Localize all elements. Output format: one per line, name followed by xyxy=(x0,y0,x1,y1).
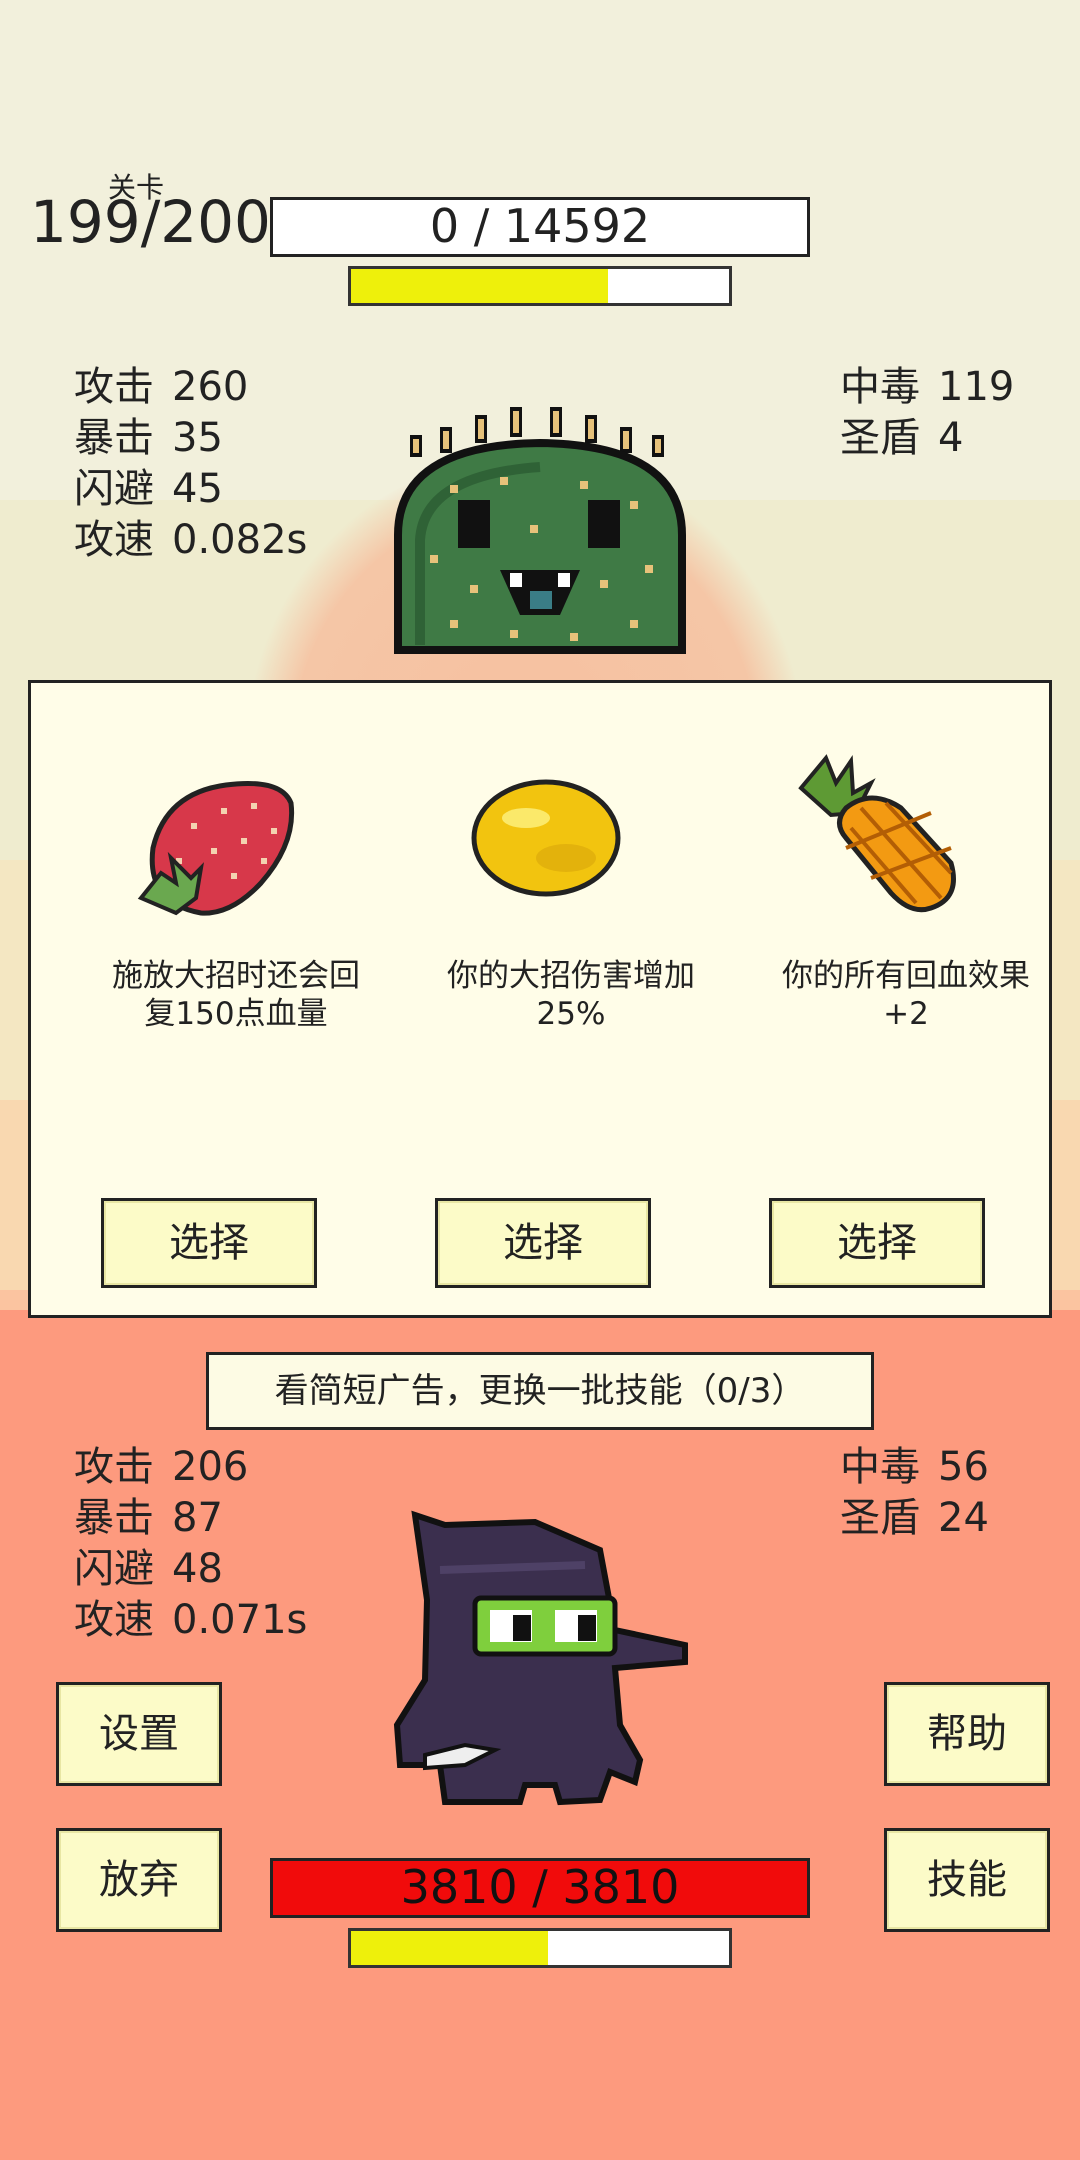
choose-button-2[interactable]: 选择 xyxy=(435,1198,651,1288)
choice-2-description: 你的大招伤害增加 25% xyxy=(447,958,695,1032)
enemy-stat-dodge: 闪避 45 xyxy=(74,466,223,512)
choice-3-description: 你的所有回血效果 +2 xyxy=(782,958,1030,1032)
choose-button-1[interactable]: 选择 xyxy=(101,1198,317,1288)
strawberry-icon xyxy=(137,780,295,916)
give-up-button[interactable]: 放弃 xyxy=(56,1828,222,1932)
cactus-monster-icon xyxy=(394,407,686,654)
skill-choice-panel: 施放大招时还会回 复150点血量 你的大招伤害增加 25% 你的所有回血效果 +2 选… xyxy=(28,680,1052,1318)
skills-button[interactable]: 技能 xyxy=(884,1828,1050,1932)
enemy-stat-shield: 圣盾 4 xyxy=(840,415,964,461)
enemy-hp-bar: 0 / 14592 xyxy=(270,197,810,257)
pineapple-icon xyxy=(798,754,956,913)
player-stat-dodge: 闪避 48 xyxy=(74,1546,223,1592)
ninja-character-icon xyxy=(393,1510,688,1806)
stage-counter: 199/200 xyxy=(30,188,271,256)
enemy-stat-speed: 攻速 0.082s xyxy=(74,517,308,563)
player-hp-bar: 3810 / 3810 xyxy=(270,1858,810,1918)
player-stat-attack: 攻击 206 xyxy=(74,1444,249,1490)
enemy-stat-attack: 攻击 260 xyxy=(74,364,249,410)
settings-button[interactable]: 设置 xyxy=(56,1682,222,1786)
watch-ad-refresh-button[interactable]: 看简短广告，更换一批技能（0/3） xyxy=(206,1352,874,1430)
enemy-energy-fill xyxy=(351,269,609,303)
player-stat-crit: 暴击 87 xyxy=(74,1495,223,1541)
enemy-energy-bar xyxy=(348,266,732,306)
enemy-stat-poison: 中毒 119 xyxy=(840,364,1015,410)
player-stat-shield: 圣盾 24 xyxy=(840,1495,989,1541)
enemy-stat-crit: 暴击 35 xyxy=(74,415,223,461)
enemy-stats-left: 攻击 260 暴击 35 闪避 45 攻速 0.082s xyxy=(74,362,307,566)
player-stats-right: 中毒 56 圣盾 24 xyxy=(840,1442,989,1544)
enemy-hp-text: 0 / 14592 xyxy=(429,199,651,253)
enemy-stats-right: 中毒 119 圣盾 4 xyxy=(840,362,1014,464)
player-stats-left: 攻击 206 暴击 87 闪避 48 攻速 0.071s xyxy=(74,1442,307,1646)
player-stat-poison: 中毒 56 xyxy=(840,1444,989,1490)
choose-button-3[interactable]: 选择 xyxy=(769,1198,985,1288)
player-energy-bar xyxy=(348,1928,732,1968)
choice-1-description: 施放大招时还会回 复150点血量 xyxy=(112,958,360,1032)
player-hp-text: 3810 / 3810 xyxy=(400,1860,680,1914)
help-button[interactable]: 帮助 xyxy=(884,1682,1050,1786)
lemon-icon xyxy=(471,779,621,897)
player-energy-fill xyxy=(351,1931,548,1965)
player-stat-speed: 攻速 0.071s xyxy=(74,1597,308,1643)
